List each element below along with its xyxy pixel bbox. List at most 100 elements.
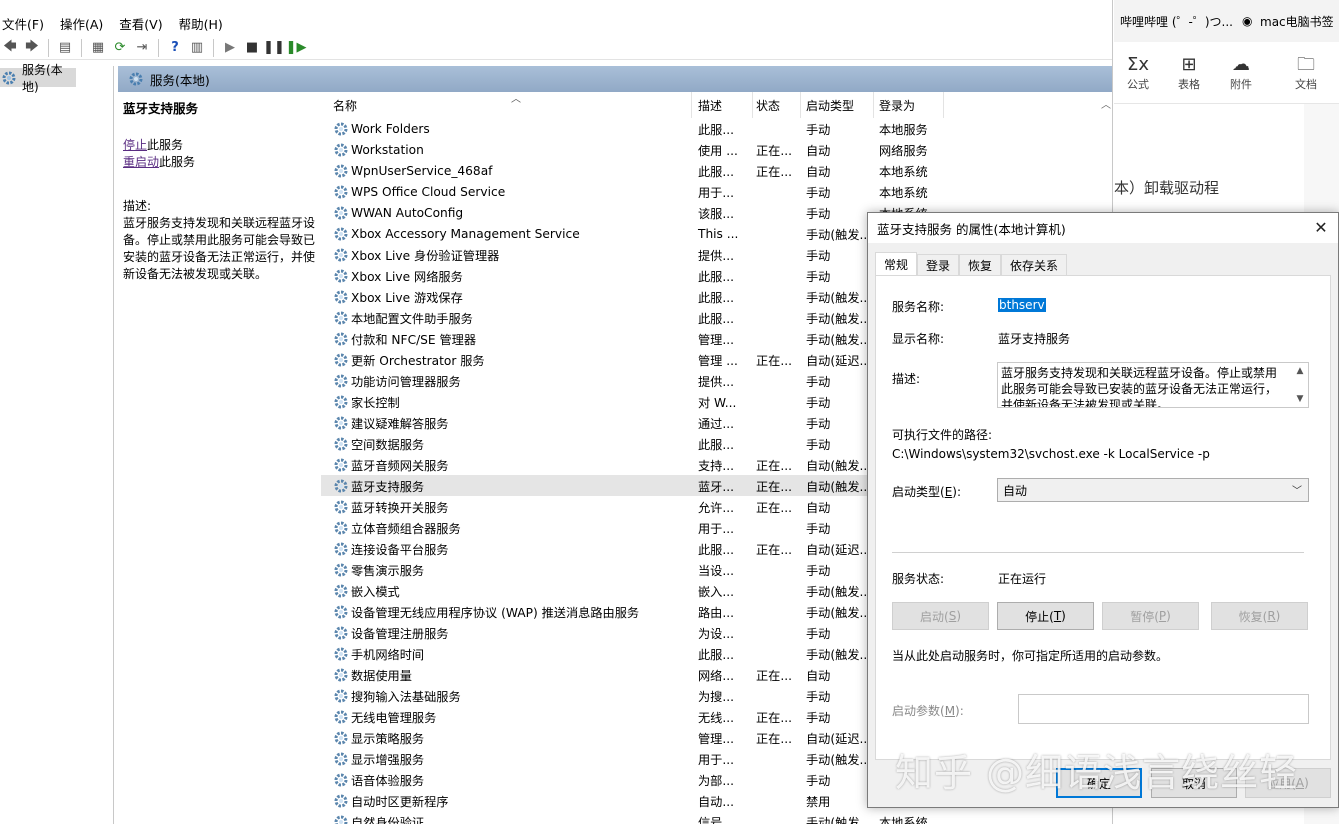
formula-label: 公式 [1127,78,1149,91]
pause-button[interactable]: 暂停(P) [1102,602,1199,630]
column-header-name[interactable]: 名称 [321,92,692,118]
service-name-cell: Work Folders [321,121,692,137]
service-startup-cell: 手动(触发... [806,227,872,242]
tab-general[interactable]: 常规 [875,252,918,276]
tree-node-services-local[interactable]: 服务(本地) [0,63,76,94]
service-name-cell: 家长控制 [321,393,692,411]
document-tool[interactable]: 🗀 文档 [1285,54,1327,92]
dialog-tabs: 常规 登录 恢复 依存关系 [875,252,1068,276]
service-desc-cell: 蓝牙... [698,479,734,494]
export-list-icon[interactable]: ⇥ [132,38,152,58]
display-name-value[interactable]: 蓝牙支持服务 [998,330,1070,347]
service-name-text: 零售演示服务 [351,563,425,578]
service-name-cell: 手机网络时间 [321,645,692,663]
column-header-status[interactable]: 状态 [753,92,801,118]
column-header-logon-as[interactable]: 登录为 [874,92,944,118]
service-row[interactable]: Work Folders 此服... 手动 本地服务 [321,118,1101,139]
service-desc-cell: 嵌入... [698,584,734,599]
tab-logon[interactable]: 登录 [917,254,960,276]
attachment-tool[interactable]: ☁ 附件 [1220,54,1262,92]
start-service-icon[interactable]: ▶ [220,38,240,58]
service-name-text: 本地配置文件助手服务 [351,311,473,326]
help-icon[interactable]: ? [165,38,185,58]
service-startup-cell: 手动 [806,395,831,410]
table-tool[interactable]: ⊞ 表格 [1168,54,1210,92]
gear-icon [334,605,348,618]
gear-icon [334,563,348,576]
tab-bilibili[interactable]: 哔哩哔哩 (゜-゜)つ... [1114,13,1242,30]
scroll-up-icon[interactable]: ▲ [1292,363,1308,379]
service-name-text: 显示策略服务 [351,731,425,746]
scroll-up-icon[interactable]: ︿ [1101,96,1111,111]
menu-file[interactable]: 文件(F) [0,14,52,33]
service-startup-cell: 自动(触发... [806,479,872,494]
column-header-startup-type[interactable]: 启动类型 [801,92,874,118]
service-name-text: 语音体验服务 [351,773,425,788]
menu-view[interactable]: 查看(V) [117,14,170,33]
service-name-value[interactable]: bthserv [998,298,1046,312]
gear-icon [334,185,348,198]
exe-path-value[interactable]: C:\Windows\system32\svchost.exe -k Local… [892,447,1210,461]
startup-type-select[interactable]: 自动 ﹀ [997,478,1309,502]
service-desc-cell: 用于... [698,521,734,536]
service-logon-cell: 本地系统 [879,164,928,179]
service-status-cell: 正在... [756,164,792,179]
service-desc-cell: 用于... [698,752,734,767]
title-bar [0,0,1112,8]
stop-service-icon[interactable]: ■ [242,38,262,58]
service-row[interactable]: 自然身份验证 信号... 手动(触发... 本地系统 [321,811,1101,824]
close-icon[interactable]: ✕ [1310,217,1332,239]
menu-bar: 文件(F) 操作(A) 查看(V) 帮助(H) [0,11,1112,35]
gear-icon [334,164,348,177]
formula-tool[interactable]: Σx 公式 [1117,54,1159,92]
restart-service-icon[interactable]: ❚▶ [286,38,307,58]
pause-service-icon[interactable]: ❚❚ [263,38,285,58]
gear-icon [129,72,143,86]
resume-button[interactable]: 恢复(R) [1211,602,1308,630]
service-startup-cell: 手动(触发... [806,311,872,326]
forward-arrow-icon[interactable]: 🡆 [22,38,42,58]
tab-mac-bookmarks[interactable]: mac电脑书签 [1256,13,1334,30]
service-startup-cell: 手动(触发... [806,647,872,662]
start-params-hint: 当从此处启动服务时，你可指定所适用的启动参数。 [892,649,1169,663]
description-textbox[interactable]: 蓝牙服务支持发现和关联远程蓝牙设备。停止或禁用此服务可能会导致已安装的蓝牙设备无… [997,362,1309,408]
gear-icon [334,122,348,135]
show-hide-tree-icon[interactable]: ▤ [55,38,75,58]
tab-dependencies[interactable]: 依存关系 [1001,254,1068,276]
service-desc-cell: 使用 ... [698,143,738,158]
view-icon[interactable]: ▥ [187,38,207,58]
restart-service-link[interactable]: 重启动 [123,155,159,169]
service-name-cell: 本地配置文件助手服务 [321,309,692,327]
service-row[interactable]: WPS Office Cloud Service 用于... 手动 本地系统 [321,181,1101,202]
service-name-cell: 显示策略服务 [321,729,692,747]
menu-help[interactable]: 帮助(H) [177,14,231,33]
gear-icon [334,206,348,219]
stop-service-link[interactable]: 停止 [123,138,147,152]
service-row[interactable]: Workstation 使用 ... 正在... 自动 网络服务 [321,139,1101,160]
refresh-icon[interactable]: ⟳ [110,38,130,58]
gear-icon [334,689,348,702]
service-desc-cell: 当设... [698,563,734,578]
service-startup-cell: 手动 [806,689,831,704]
service-row[interactable]: WpnUserService_468af 此服... 正在... 自动 本地系统 [321,160,1101,181]
start-button[interactable]: 启动(S) [892,602,989,630]
description-scrollbar[interactable]: ▲ ▼ [1292,363,1308,407]
start-params-input[interactable] [1018,694,1309,724]
service-name-text: 蓝牙支持服务 [351,479,425,494]
service-name-text: 蓝牙音频网关服务 [351,458,449,473]
table-label: 表格 [1178,78,1200,91]
service-name-text: 蓝牙转换开关服务 [351,500,449,515]
gear-icon [334,143,348,156]
service-name-cell: Xbox Live 网络服务 [321,267,692,285]
service-logon-cell: 本地系统 [879,815,928,824]
gear-icon [334,773,348,786]
scroll-down-icon[interactable]: ▼ [1292,391,1308,407]
gear-icon [334,647,348,660]
menu-action[interactable]: 操作(A) [58,14,111,33]
properties-icon[interactable]: ▦ [88,38,108,58]
stop-button[interactable]: 停止(T) [997,602,1094,630]
column-header-description[interactable]: 描述 [692,92,753,118]
tab-recovery[interactable]: 恢复 [959,254,1002,276]
back-arrow-icon[interactable]: 🡄 [0,38,20,58]
service-name-text: 付款和 NFC/SE 管理器 [351,332,477,347]
